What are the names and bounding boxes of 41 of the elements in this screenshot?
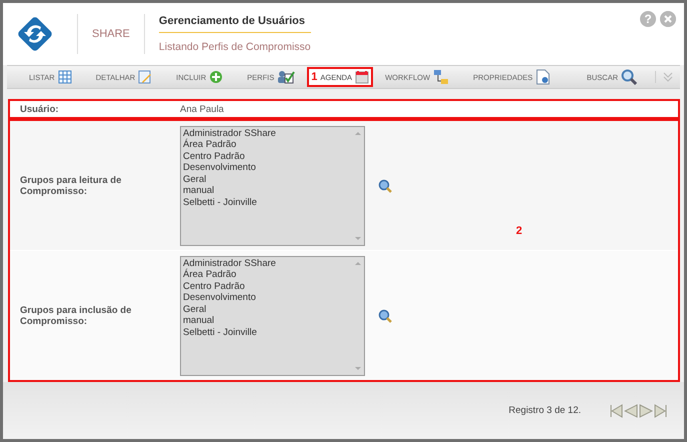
list-item[interactable]: Administrador SShare: [183, 128, 350, 139]
plus-icon: [209, 70, 224, 84]
list-item[interactable]: manual: [183, 315, 350, 326]
list-item[interactable]: Geral: [183, 304, 350, 315]
list-item[interactable]: Administrador SShare: [183, 258, 350, 269]
field-label: Grupos para inclusão de Compromisso:: [19, 304, 132, 326]
page-title: Gerenciamento de Usuários: [158, 15, 311, 33]
list-item[interactable]: Área Padrão: [183, 139, 350, 150]
search-icon: [621, 69, 637, 85]
close-button[interactable]: [660, 11, 676, 27]
calendar-icon: [355, 70, 370, 84]
users-icon: [277, 70, 296, 84]
list-item[interactable]: Desenvolvimento: [183, 162, 350, 174]
list-item[interactable]: Selbetti - Joinville: [183, 196, 350, 208]
list-item[interactable]: manual: [183, 185, 350, 196]
list-item[interactable]: Selbetti - Joinville: [183, 326, 350, 338]
list-item[interactable]: Centro Padrão: [183, 280, 350, 292]
list-item[interactable]: Geral: [183, 174, 350, 185]
record-counter: Registro 3 de 12.: [508, 405, 581, 416]
group-listbox[interactable]: Administrador SShare Área Padrão Centro Padrão Desenvolvimento Geral manual Selbetti - Joinville: [180, 126, 365, 246]
table-icon: [58, 70, 72, 84]
next-page-button[interactable]: [639, 404, 653, 418]
search-icon[interactable]: [378, 308, 392, 322]
user-value: Ana Paula: [180, 104, 224, 114]
first-page-button[interactable]: [609, 404, 623, 418]
list-item[interactable]: Centro Padrão: [183, 150, 350, 162]
list-item[interactable]: Desenvolvimento: [183, 292, 350, 304]
field-label: Grupos para leitura de Compromisso:: [19, 174, 122, 196]
last-page-button[interactable]: [654, 404, 668, 418]
previous-page-button[interactable]: [624, 404, 638, 418]
field-label: Usuário:: [19, 104, 60, 114]
expand-icon[interactable]: [655, 71, 674, 83]
document-icon: [536, 69, 550, 85]
page-subtitle: Listando Perfis de Compromisso: [158, 41, 311, 53]
flow-icon: [433, 69, 450, 85]
list-item[interactable]: Área Padrão: [183, 269, 350, 280]
search-icon[interactable]: [378, 178, 392, 192]
edit-icon: [138, 70, 152, 84]
callout-number: 2: [516, 225, 522, 237]
brand-name: SHARE: [92, 28, 130, 40]
group-listbox[interactable]: Administrador SShare Área Padrão Centro Padrão Desenvolvimento Geral manual Selbetti - Joinville: [180, 256, 365, 376]
